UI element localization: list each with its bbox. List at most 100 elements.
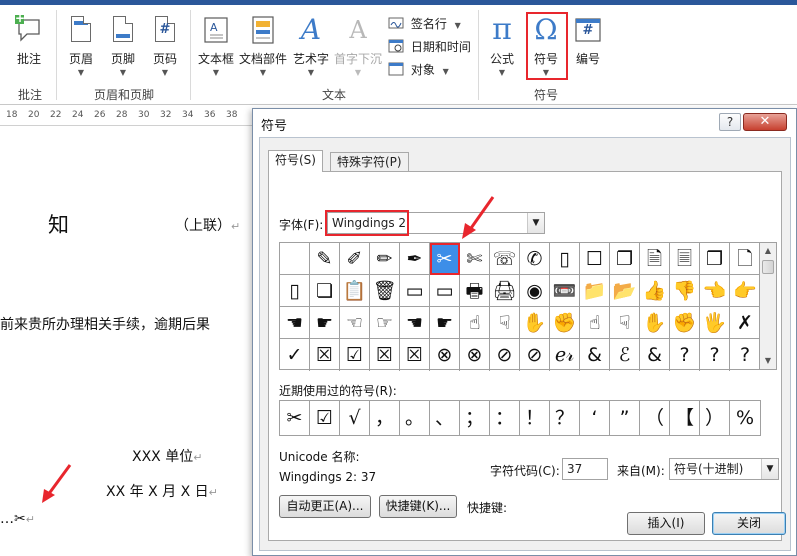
quick-parts-button[interactable]: 文档部件 ▼	[238, 14, 288, 77]
symbol-cell[interactable]: 🗋	[730, 243, 760, 275]
symbol-cell[interactable]: 👈	[700, 275, 730, 307]
recent-symbol-cell[interactable]: 、	[430, 401, 460, 435]
symbol-cell[interactable]: &	[580, 339, 610, 371]
insert-button[interactable]: 插入(I)	[627, 512, 705, 535]
symbol-cell[interactable]: 👎	[670, 275, 700, 307]
symbol-cell[interactable]: 📁	[580, 275, 610, 307]
recent-symbol-cell[interactable]: ‘	[580, 401, 610, 435]
symbol-cell[interactable]: ☒	[370, 339, 400, 371]
symbol-cell[interactable]: ☚	[280, 307, 310, 339]
symbol-cell[interactable]: ☞	[370, 307, 400, 339]
recent-symbol-cell[interactable]: ：	[490, 401, 520, 435]
symbol-cell[interactable]: ✓	[280, 339, 310, 371]
symbol-cell[interactable]: 🖨	[490, 275, 520, 307]
recent-symbol-cell[interactable]: ？	[550, 401, 580, 435]
symbol-cell[interactable]: ❒	[700, 243, 730, 275]
symbol-cell[interactable]: 📋	[340, 275, 370, 307]
recent-symbol-cell[interactable]: √	[340, 401, 370, 435]
symbol-cell[interactable]: ⊘	[520, 339, 550, 371]
symbol-cell[interactable]: ?	[700, 339, 730, 371]
symbol-cell[interactable]: ⊗	[460, 339, 490, 371]
symbol-cell[interactable]: ✎	[310, 243, 340, 275]
symbol-cell[interactable]: 🖶	[460, 275, 490, 307]
scroll-up-icon[interactable]: ▲	[760, 243, 776, 259]
symbol-cell[interactable]: ✏	[370, 243, 400, 275]
footer-button[interactable]: 页脚 ▼	[106, 14, 140, 77]
symbol-cell[interactable]: ☚	[400, 307, 430, 339]
recent-symbols-list[interactable]: ✂ ☑ √，。、；：！？ ‘” （【）%	[279, 400, 761, 436]
symbol-cell[interactable]: ✗	[730, 307, 760, 339]
recent-symbol-cell[interactable]: ☑	[310, 401, 340, 435]
symbol-cell[interactable]: ❏	[310, 275, 340, 307]
symbol-cell[interactable]: 🗏	[670, 243, 700, 275]
symbol-cell[interactable]: ☟	[610, 307, 640, 339]
recent-symbol-cell[interactable]: ✂	[280, 401, 310, 435]
recent-symbol-cell[interactable]: ）	[700, 401, 730, 435]
tab-special-characters[interactable]: 特殊字符(P)	[330, 152, 409, 172]
help-button[interactable]: ?	[719, 113, 741, 131]
symbol-cell[interactable]: ◉	[520, 275, 550, 307]
symbol-cell[interactable]: ▯	[280, 275, 310, 307]
recent-symbol-cell[interactable]: ，	[370, 401, 400, 435]
symbol-cell[interactable]: ▭	[400, 275, 430, 307]
symbol-cell[interactable]: ☝	[580, 307, 610, 339]
shortcut-key-button[interactable]: 快捷键(K)...	[379, 495, 457, 518]
symbol-cell[interactable]: ⊘	[490, 339, 520, 371]
symbol-cell[interactable]: ℰ	[610, 339, 640, 371]
signature-line-button[interactable]: 签名行 ▼	[388, 14, 461, 34]
symbol-cell[interactable]: 🗑	[370, 275, 400, 307]
symbol-cell[interactable]: 📼	[550, 275, 580, 307]
symbol-cell[interactable]: 👍	[640, 275, 670, 307]
recent-symbol-cell[interactable]: 。	[400, 401, 430, 435]
symbol-cell[interactable]: ✋	[520, 307, 550, 339]
symbol-cell[interactable]: ☜	[340, 307, 370, 339]
symbol-cell[interactable]: ✒	[400, 243, 430, 275]
numbering-button[interactable]: # 编号	[570, 14, 606, 67]
symbol-cell[interactable]: ☝	[460, 307, 490, 339]
symbol-cell[interactable]: ✊	[670, 307, 700, 339]
symbol-cell[interactable]: ☒	[400, 339, 430, 371]
symbol-cell[interactable]: 🗎	[640, 243, 670, 275]
symbol-cell[interactable]: ☐	[580, 243, 610, 275]
autocorrect-button[interactable]: 自动更正(A)...	[279, 495, 371, 518]
close-button[interactable]: 关闭	[712, 512, 786, 535]
grid-scrollbar[interactable]: ▲ ▼	[760, 242, 777, 370]
symbol-cell[interactable]: ✋	[640, 307, 670, 339]
scroll-thumb[interactable]	[762, 260, 774, 274]
recent-symbol-cell[interactable]: ”	[610, 401, 640, 435]
comment-button[interactable]: + 批注	[12, 11, 46, 67]
header-button[interactable]: 页眉 ▼	[64, 14, 98, 77]
wordart-button[interactable]: A 艺术字 ▼	[292, 14, 330, 78]
page-number-button[interactable]: # 页码 ▼	[148, 14, 182, 77]
symbol-cell[interactable]: ✄	[460, 243, 490, 275]
symbol-cell[interactable]: ☟	[490, 307, 520, 339]
symbol-cell[interactable]: 📂	[610, 275, 640, 307]
recent-symbol-cell[interactable]: ！	[520, 401, 550, 435]
recent-symbol-cell[interactable]: %	[730, 401, 760, 435]
dialog-titlebar[interactable]: 符号 ? ✕	[253, 109, 796, 135]
textbox-button[interactable]: A 文本框 ▼	[196, 14, 236, 77]
equation-button[interactable]: π 公式 ▼	[484, 14, 520, 78]
symbol-cell[interactable]: ❐	[610, 243, 640, 275]
symbol-cell[interactable]: 👉	[730, 275, 760, 307]
symbol-cell[interactable]	[280, 243, 310, 275]
chevron-down-icon[interactable]: ▼	[761, 459, 778, 479]
chevron-down-icon[interactable]: ▼	[527, 213, 544, 233]
symbol-cell[interactable]: ▭	[430, 275, 460, 307]
symbol-cell[interactable]: ℯ𝓇	[550, 339, 580, 371]
from-select[interactable]: 符号(十进制) ▼	[669, 458, 779, 480]
symbol-cell[interactable]: ✆	[520, 243, 550, 275]
symbol-cell[interactable]: ✊	[550, 307, 580, 339]
symbol-grid[interactable]: ✎ ✐ ✏ ✒ ✂ ✄ ☏ ✆ ▯ ☐ ❐ 🗎 🗏 ❒ 🗋 ▯ ❏ 📋 🗑 ▭ ▭ 🖶 🖨 ◉ 📼 📁 📂 👍 👎 👈 👉 ☚ ☛ ☜ ☞ ☚ ☛ ☝ ☟ ✋…	[279, 242, 760, 371]
symbol-cell[interactable]: 🖐	[700, 307, 730, 339]
symbol-cell[interactable]: ☑	[340, 339, 370, 371]
symbol-cell-selected[interactable]: ✂	[430, 243, 460, 275]
recent-symbol-cell[interactable]: （	[640, 401, 670, 435]
symbol-cell[interactable]: ✐	[340, 243, 370, 275]
dropcap-button[interactable]: A 首字下沉 ▼	[332, 14, 384, 77]
scroll-down-icon[interactable]: ▼	[760, 353, 776, 369]
symbol-cell[interactable]: ☒	[310, 339, 340, 371]
tab-symbols[interactable]: 符号(S)	[268, 150, 323, 172]
recent-symbol-cell[interactable]: ；	[460, 401, 490, 435]
symbol-cell[interactable]: ?	[730, 339, 760, 371]
